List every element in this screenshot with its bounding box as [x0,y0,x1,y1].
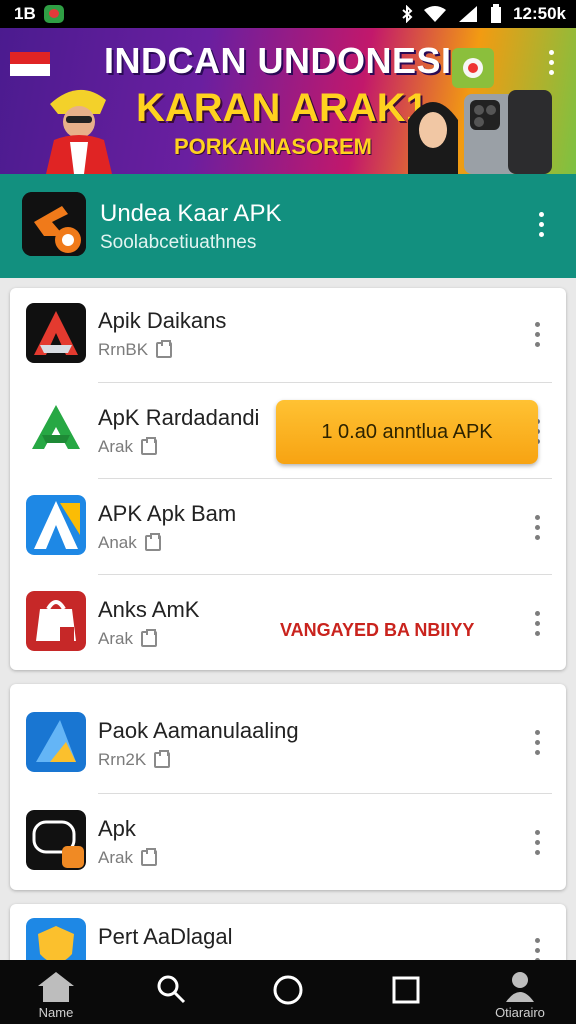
banner-title-line3: PORKAINASOREM [174,134,373,159]
nav-home-label: Name [38,1005,74,1020]
warning-label: VANGAYED BA NBIIYY [280,620,475,640]
list-item-meta: Arak [98,437,157,457]
notification-app-icon [43,5,64,23]
black-tv-logo-icon [26,810,86,870]
woman-illustration-icon [408,102,458,174]
nav-home[interactable]: Name [16,960,96,1024]
bluetooth-icon [402,5,413,23]
list-item-meta-text: Arak [98,629,133,648]
square-recents-icon [392,976,420,1004]
nav-profile-label: Otiarairo [495,1005,545,1020]
gift-box-icon [452,48,494,88]
blue-triangle-logo-icon [26,712,86,772]
list-item-title: Apik Daikans [98,308,227,333]
nav-profile[interactable]: Otiarairo [480,960,560,1024]
item-more-icon[interactable] [532,830,542,855]
app-subtitle: Soolabcetiuathnes [100,232,257,253]
green-a-logo-icon [26,399,86,459]
nav-recents[interactable] [366,960,446,1024]
item-more-icon[interactable] [532,515,542,540]
list-item-meta-text: Anak [98,533,137,552]
app-list-card-1: Apik Daikans RrnBK ApK Rardadandi Arak A… [10,288,566,670]
list-item-meta-text: Arak [98,437,133,456]
clipboard-icon [140,437,157,455]
list-item-title: Pert AaDlagal [98,924,233,949]
list-item-meta-text: Rrn2K [98,750,147,769]
list-item[interactable]: Apk Arak [10,794,566,890]
red-a-logo-icon [26,303,86,363]
bottom-navigation: Name Otiarairo [0,960,576,1024]
list-item-title: Apk [98,816,136,841]
list-item-meta-text: RrnBK [98,340,149,359]
signal-icon [459,6,478,22]
nav-home-circle[interactable] [248,960,328,1024]
item-more-icon[interactable] [532,611,542,636]
list-item-meta: Anak [98,533,161,553]
item-more-icon[interactable] [532,730,542,755]
list-item[interactable]: Apik Daikans RrnBK [10,288,566,383]
list-item-title: Paok Aamanulaaling [98,718,299,743]
blue-a-logo-icon [26,495,86,555]
banner-more-icon[interactable] [546,50,556,75]
promo-banner[interactable]: INDCAN UNDONESIA KARAN ARAK1 PORKAINASOR… [0,28,576,174]
battery-icon [491,4,502,23]
list-item[interactable]: Paok Aamanulaaling Rrn2K [10,684,566,794]
search-icon [157,975,186,1004]
list-item-title: ApK Rardadandi [98,405,260,430]
circle-home-icon [273,975,303,1005]
download-apk-button[interactable]: 1 0.a0 anntlua APK [276,400,538,464]
person-illustration-icon [46,89,112,174]
app-list-card-2: Paok Aamanulaaling Rrn2K Apk Arak [10,684,566,890]
home-icon [38,972,74,1002]
list-item-meta: Arak [98,629,157,649]
list-item-meta-text: Arak [98,848,133,867]
clipboard-icon [140,629,157,647]
app-name: Undea Kaar APK [100,200,282,227]
clipboard-icon [144,533,161,551]
header-more-icon[interactable] [536,212,546,237]
item-more-icon[interactable] [532,322,542,347]
list-item-title: APK Apk Bam [98,501,237,526]
status-left-text: 1B [14,4,36,23]
indonesia-flag-icon [10,52,50,76]
list-item-meta: Arak [98,848,157,868]
clipboard-icon [154,750,171,768]
clipboard-icon [140,848,157,866]
banner-title-line2: KARAN ARAK1 [136,86,428,130]
profile-icon [506,972,534,1002]
list-item-meta: Rrn2K [98,750,171,770]
list-item-title: Anks AmK [98,597,200,622]
status-bar: 1B 12:50k [0,0,576,28]
smartphone-illustration-icon [464,90,552,174]
red-bag-logo-icon [26,591,86,651]
app-logo-icon [22,192,86,256]
status-time: 12:50k [513,4,566,23]
app-header: Undea Kaar APK Soolabcetiuathnes [0,174,576,278]
wifi-icon [424,6,447,22]
banner-title-line1: INDCAN UNDONESIA [104,40,479,81]
nav-search[interactable] [132,960,212,1024]
list-item[interactable]: APK Apk Bam Anak [10,479,566,575]
list-item-meta: RrnBK [98,340,173,360]
clipboard-icon [156,340,173,358]
